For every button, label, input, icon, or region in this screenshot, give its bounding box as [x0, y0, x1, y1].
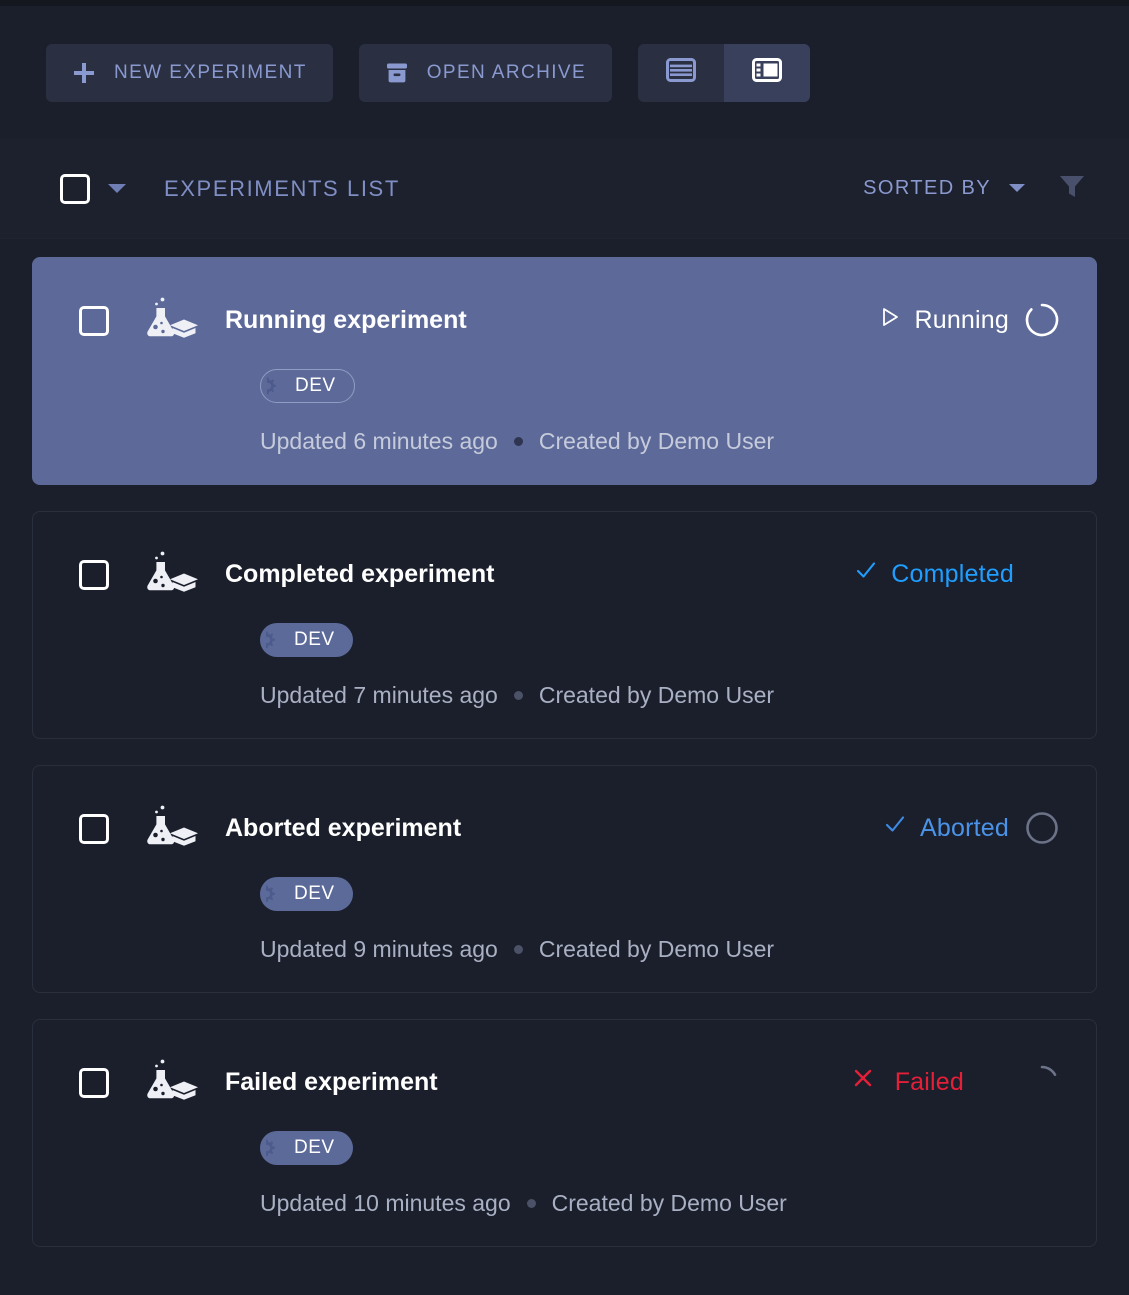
experiment-flask-icon: [143, 296, 199, 349]
split-view-icon: [752, 57, 782, 88]
new-experiment-label: NEW EXPERIMENT: [114, 62, 307, 84]
page-title: EXPERIMENTS LIST: [164, 176, 400, 202]
experiment-name: Aborted experiment: [225, 808, 461, 848]
tag-row: DEV: [260, 877, 1062, 914]
gear-icon: [259, 371, 289, 401]
experiment-flask-icon: [143, 1058, 199, 1111]
spinner-arc-partial-icon: [1022, 1062, 1062, 1102]
spinner-arc-icon: [1022, 300, 1062, 340]
tag-row: DEV: [260, 623, 1062, 660]
toolbar: NEW EXPERIMENT OPEN ARCHIVE: [0, 6, 1129, 139]
tag-badge-dev[interactable]: DEV: [260, 369, 355, 403]
circle-ring-icon: [1022, 808, 1062, 848]
tag-label: DEV: [294, 883, 335, 905]
experiment-card-aborted[interactable]: Aborted experiment Aborted: [32, 765, 1097, 993]
tag-row: DEV: [260, 369, 1062, 406]
status-text: Aborted: [920, 808, 1009, 848]
chevron-down-icon[interactable]: [108, 184, 126, 193]
tag-label: DEV: [294, 629, 335, 651]
experiment-name: Running experiment: [225, 300, 467, 340]
sort-by-label: SORTED BY: [863, 177, 991, 200]
open-archive-button[interactable]: OPEN ARCHIVE: [359, 44, 612, 102]
experiment-meta: Updated 10 minutes ago Created by Demo U…: [260, 1190, 1062, 1217]
chevron-down-icon: [1007, 177, 1027, 200]
archive-box-icon: [385, 61, 409, 85]
row-checkbox[interactable]: [79, 306, 109, 336]
status-text: Failed: [895, 1062, 964, 1102]
experiment-card-running[interactable]: Running experiment Running: [32, 257, 1097, 485]
meta-separator-dot: [514, 945, 523, 954]
row-checkbox[interactable]: [79, 814, 109, 844]
new-experiment-button[interactable]: NEW EXPERIMENT: [46, 44, 333, 102]
meta-separator-dot: [514, 437, 523, 446]
filter-funnel-icon[interactable]: [1057, 172, 1087, 205]
created-by-text: Created by Demo User: [539, 428, 774, 455]
row-checkbox[interactable]: [79, 560, 109, 590]
gear-icon: [258, 879, 288, 909]
status-badge: Aborted: [883, 808, 1062, 848]
tag-row: DEV: [260, 1131, 1062, 1168]
tag-label: DEV: [295, 375, 336, 397]
status-badge: Running: [879, 300, 1062, 340]
experiments-list: Running experiment Running: [0, 239, 1129, 1247]
gear-icon: [258, 625, 288, 655]
created-by-text: Created by Demo User: [552, 1190, 787, 1217]
table-view-icon: [666, 57, 696, 88]
experiment-meta: Updated 6 minutes ago Created by Demo Us…: [260, 428, 1062, 455]
table-view-button[interactable]: [638, 44, 724, 102]
gear-icon: [258, 1133, 288, 1163]
created-by-text: Created by Demo User: [539, 936, 774, 963]
tag-badge-dev[interactable]: DEV: [260, 1131, 353, 1165]
check-icon: [854, 554, 878, 594]
check-icon: [883, 808, 907, 848]
experiments-page: NEW EXPERIMENT OPEN ARCHIVE: [0, 0, 1129, 1295]
split-view-button[interactable]: [724, 44, 810, 102]
experiment-flask-icon: [143, 550, 199, 603]
x-icon: [851, 1062, 875, 1102]
updated-text: Updated 10 minutes ago: [260, 1190, 511, 1217]
experiment-meta: Updated 7 minutes ago Created by Demo Us…: [260, 682, 1062, 709]
view-mode-toggle: [638, 44, 810, 102]
status-text: Completed: [891, 554, 1014, 594]
tag-badge-dev[interactable]: DEV: [260, 623, 353, 657]
tag-label: DEV: [294, 1137, 335, 1159]
play-triangle-icon: [879, 300, 901, 340]
experiment-name: Completed experiment: [225, 554, 495, 594]
select-all-checkbox[interactable]: [60, 174, 90, 204]
open-archive-label: OPEN ARCHIVE: [427, 62, 586, 84]
experiment-name: Failed experiment: [225, 1062, 438, 1102]
experiments-list-header: EXPERIMENTS LIST SORTED BY: [0, 139, 1129, 239]
experiment-meta: Updated 9 minutes ago Created by Demo Us…: [260, 936, 1062, 963]
meta-separator-dot: [527, 1199, 536, 1208]
created-by-text: Created by Demo User: [539, 682, 774, 709]
experiment-card-completed[interactable]: Completed experiment Completed: [32, 511, 1097, 739]
status-badge: Failed: [851, 1062, 1062, 1102]
experiment-flask-icon: [143, 804, 199, 857]
tag-badge-dev[interactable]: DEV: [260, 877, 353, 911]
status-text: Running: [914, 300, 1009, 340]
updated-text: Updated 7 minutes ago: [260, 682, 498, 709]
updated-text: Updated 9 minutes ago: [260, 936, 498, 963]
row-checkbox[interactable]: [79, 1068, 109, 1098]
plus-icon: [72, 61, 96, 85]
experiment-card-failed[interactable]: Failed experiment Failed: [32, 1019, 1097, 1247]
updated-text: Updated 6 minutes ago: [260, 428, 498, 455]
meta-separator-dot: [514, 691, 523, 700]
sort-by-dropdown[interactable]: SORTED BY: [863, 177, 1027, 200]
status-badge: Completed: [854, 554, 1014, 594]
